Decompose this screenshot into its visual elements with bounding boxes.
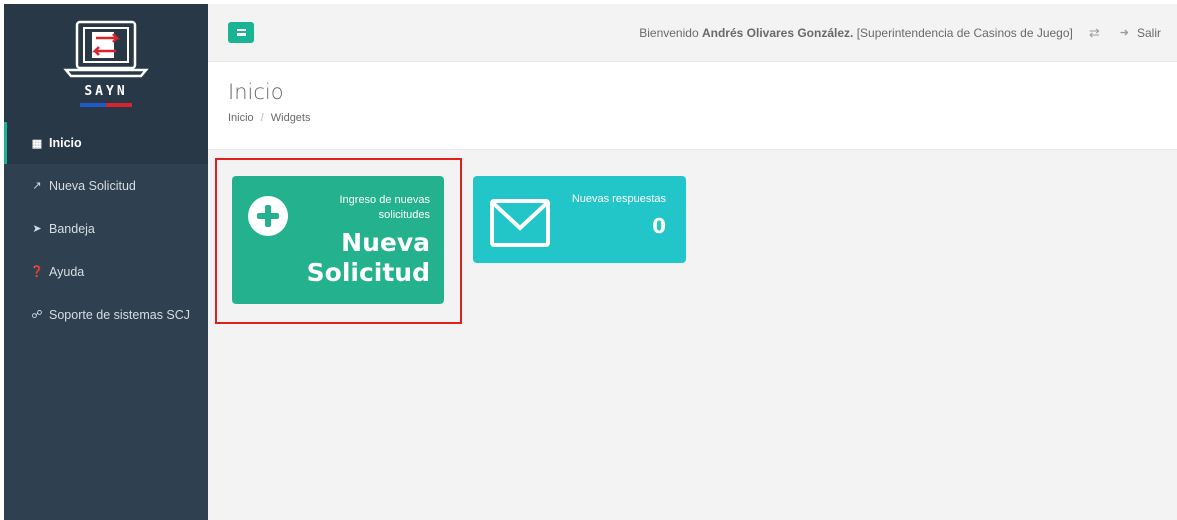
logout-label: Salir [1136, 25, 1161, 40]
main-area: Bienvenido Andrés Olivares González. [Su… [208, 4, 1177, 520]
sidebar-nav: ▦ Inicio ↗ Nueva Solicitud ➤ Bandeja ❓ A… [4, 122, 208, 336]
envelope-icon [490, 199, 550, 247]
brand-name: SAYN [84, 84, 128, 99]
institution-name: [Superintendencia de Casinos de Juego] [856, 25, 1073, 40]
sidebar-item-soporte[interactable]: ☍ Soporte de sistemas SCJ [4, 293, 208, 336]
sidebar-item-label: Nueva Solicitud [49, 178, 136, 193]
sidebar-item-bandeja[interactable]: ➤ Bandeja [4, 207, 208, 250]
brand[interactable]: SAYN [4, 4, 208, 122]
logout-link[interactable]: ➜ Salir [1120, 26, 1161, 40]
app-window: SAYN ▦ Inicio ↗ Nueva Solicitud ➤ Bandej… [4, 4, 1177, 520]
widget-title: Nueva Solicitud [307, 228, 430, 288]
responses-count: 0 [652, 214, 666, 238]
sidebar-item-label: Ayuda [49, 264, 85, 279]
welcome-prefix: Bienvenido [639, 25, 699, 40]
new-responses-widget[interactable]: Nuevas respuestas 0 [473, 176, 686, 263]
widget-subtitle: Nuevas respuestas [571, 193, 666, 205]
sidebar-item-label: Inicio [49, 136, 82, 150]
new-request-widget[interactable]: Ingreso de nuevas solicitudes Nueva Soli… [232, 176, 444, 304]
sidebar-item-inicio[interactable]: ▦ Inicio [4, 122, 208, 164]
user-area: Bienvenido Andrés Olivares González. [Su… [639, 25, 1161, 41]
sign-out-icon: ➜ [1119, 27, 1129, 39]
menu-toggle-button[interactable] [228, 22, 254, 43]
help-icon: ❓ [30, 266, 44, 278]
sidebar: SAYN ▦ Inicio ↗ Nueva Solicitud ➤ Bandej… [4, 4, 208, 520]
welcome-text: Bienvenido Andrés Olivares González. [Su… [639, 26, 1073, 40]
breadcrumb-item-widgets: Widgets [270, 112, 311, 124]
widget-subtitle: Ingreso de nuevas solicitudes [339, 194, 430, 221]
widget-title-line-1: Nueva [341, 228, 430, 257]
headset-icon: ☍ [31, 309, 43, 321]
sidebar-item-nueva-solicitud[interactable]: ↗ Nueva Solicitud [4, 164, 208, 207]
sidebar-item-ayuda[interactable]: ❓ Ayuda [4, 250, 208, 293]
sidebar-item-label: Soporte de sistemas SCJ [49, 307, 191, 322]
external-link-icon: ↗ [32, 180, 42, 192]
flag-stripe [80, 103, 132, 107]
breadcrumb-separator: / [260, 112, 264, 124]
plus-circle-icon [248, 196, 288, 236]
dashboard-icon: ▦ [31, 137, 43, 150]
hamburger-icon [236, 29, 246, 36]
user-name: Andrés Olivares González. [701, 25, 854, 40]
laptop-swap-logo [63, 20, 149, 78]
topbar: Bienvenido Andrés Olivares González. [Su… [208, 4, 1177, 62]
page-heading: Inicio Inicio / Widgets [208, 62, 1177, 150]
breadcrumb-item-inicio[interactable]: Inicio [228, 112, 254, 124]
sidebar-item-label: Bandeja [49, 221, 95, 236]
widget-title-line-2: Solicitud [306, 258, 430, 287]
widgets-area: Ingreso de nuevas solicitudes Nueva Soli… [208, 150, 1177, 520]
send-icon: ➤ [32, 223, 42, 235]
exchange-icon[interactable]: ⇄ [1089, 25, 1100, 41]
breadcrumb: Inicio / Widgets [228, 112, 1177, 124]
page-title: Inicio [228, 80, 284, 104]
